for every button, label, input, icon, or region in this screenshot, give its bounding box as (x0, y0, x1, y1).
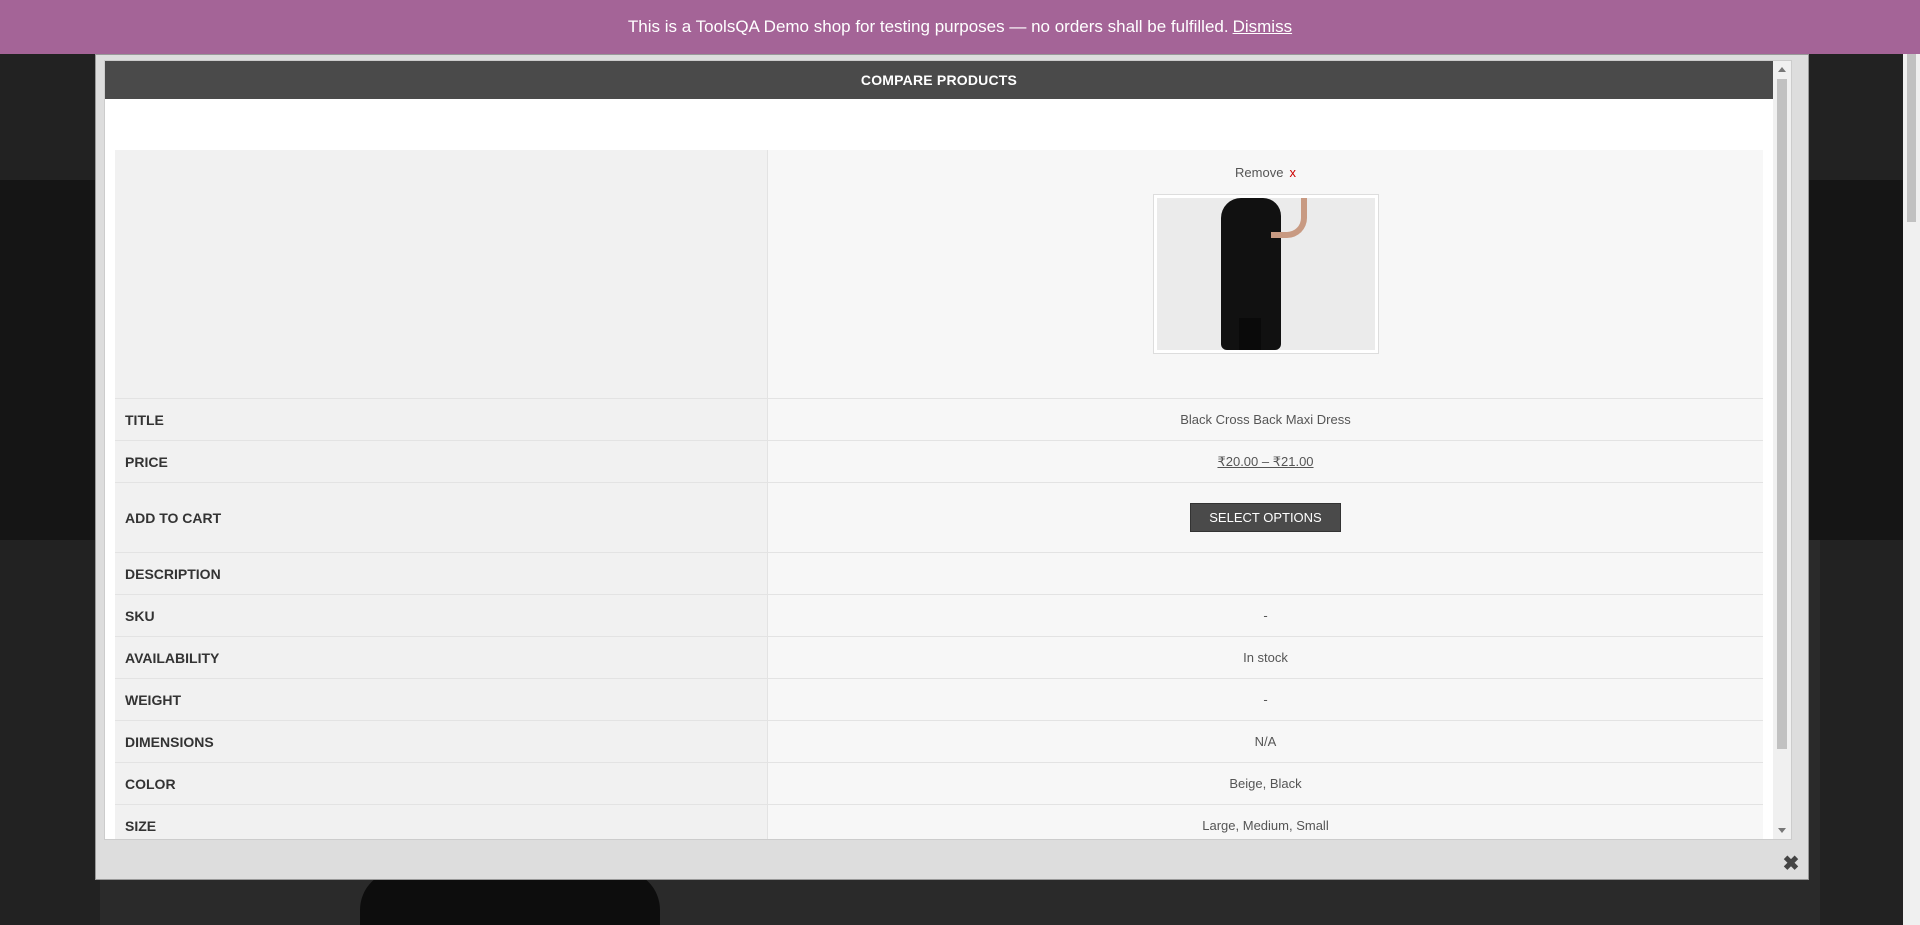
product-availability: In stock (767, 636, 1763, 679)
scroll-up-icon[interactable] (1778, 67, 1786, 72)
remove-x-icon: x (1289, 165, 1296, 180)
close-icon[interactable]: ✖ (1782, 854, 1800, 874)
select-options-button[interactable]: SELECT OPTIONS (1190, 503, 1341, 532)
product-color: Beige, Black (767, 762, 1763, 805)
product-weight: - (767, 678, 1763, 721)
row-label: SKU (115, 594, 768, 637)
compare-title: COMPARE PRODUCTS (105, 61, 1773, 99)
remove-label: Remove (1235, 165, 1284, 180)
scroll-down-icon[interactable] (1778, 828, 1786, 833)
table-row: ADD TO CART SELECT OPTIONS (115, 482, 1763, 553)
table-row: DESCRIPTION (115, 552, 1763, 595)
row-label: TITLE (115, 398, 768, 441)
row-label: WEIGHT (115, 678, 768, 721)
page-scrollbar[interactable] (1903, 0, 1920, 925)
table-row: SIZE Large, Medium, Small (115, 804, 1763, 839)
table-row: SKU - (115, 594, 1763, 637)
product-image[interactable] (1152, 194, 1379, 354)
table-row: WEIGHT - (115, 678, 1763, 721)
table-row: TITLE Black Cross Back Maxi Dress (115, 398, 1763, 441)
product-title: Black Cross Back Maxi Dress (767, 398, 1763, 441)
table-row: AVAILABILITY In stock (115, 636, 1763, 679)
row-label: COLOR (115, 762, 768, 805)
compare-frame: COMPARE PRODUCTS Remove x TITLE Black Cr… (104, 60, 1792, 840)
table-row: DIMENSIONS N/A (115, 720, 1763, 763)
dress-hem-shape (1238, 318, 1261, 350)
table-row: PRICE ₹20.00 – ₹21.00 (115, 440, 1763, 483)
demo-store-notice: This is a ToolsQA Demo shop for testing … (0, 0, 1920, 54)
compare-table: Remove x TITLE Black Cross Back Maxi Dres… (115, 150, 1763, 839)
table-row: Remove x (115, 150, 1763, 399)
product-cell: Remove x (767, 150, 1763, 399)
product-dimensions: N/A (767, 720, 1763, 763)
dismiss-link[interactable]: Dismiss (1233, 17, 1293, 37)
empty-label-cell (115, 150, 768, 399)
product-description (767, 552, 1763, 595)
arm-shape (1270, 198, 1307, 238)
compare-lightbox: COMPARE PRODUCTS Remove x TITLE Black Cr… (95, 54, 1809, 880)
scrollbar-thumb[interactable] (1777, 79, 1787, 749)
table-row: COLOR Beige, Black (115, 762, 1763, 805)
row-label: ADD TO CART (115, 482, 768, 553)
notice-text: This is a ToolsQA Demo shop for testing … (627, 17, 1229, 36)
row-label: DESCRIPTION (115, 552, 768, 595)
product-sku: - (767, 594, 1763, 637)
product-price[interactable]: ₹20.00 – ₹21.00 (1217, 454, 1313, 469)
modal-scrollbar[interactable] (1773, 61, 1791, 839)
product-size: Large, Medium, Small (767, 804, 1763, 839)
row-label: SIZE (115, 804, 768, 839)
row-label: AVAILABILITY (115, 636, 768, 679)
row-label: PRICE (115, 440, 768, 483)
row-label: DIMENSIONS (115, 720, 768, 763)
remove-button[interactable]: Remove x (1235, 165, 1296, 180)
